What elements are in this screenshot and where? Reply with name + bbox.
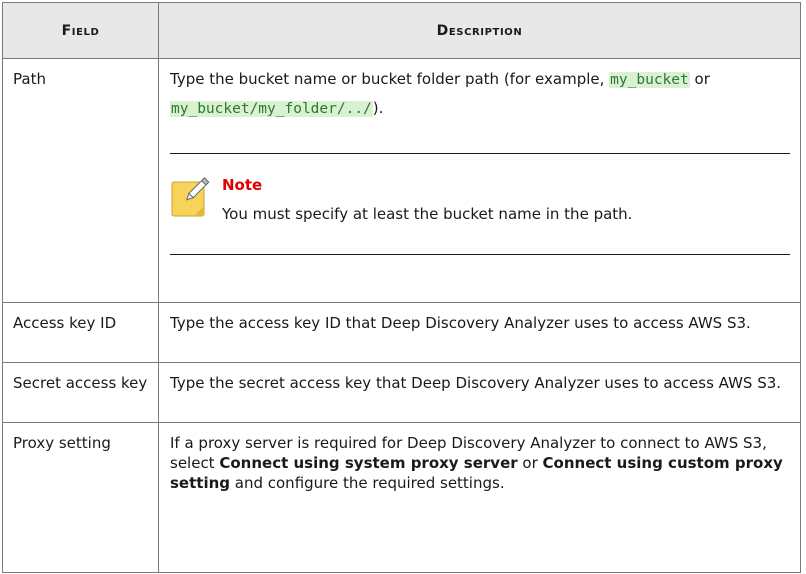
field-cell: Path [2, 58, 159, 303]
description-part: and configure the required settings. [230, 474, 505, 492]
note-title: Note [222, 176, 263, 194]
table-row: Secret access key Type the secret access… [2, 362, 801, 423]
note-text: You must specify at least the bucket nam… [222, 205, 633, 223]
field-name: Proxy setting [13, 434, 111, 452]
description-text: Type the bucket name or bucket folder pa… [170, 65, 790, 123]
description-text: Type the secret access key that Deep Dis… [170, 374, 782, 392]
note-pencil-icon [171, 177, 210, 217]
table-row: Access key ID Type the access key ID tha… [2, 302, 801, 363]
table-header-row: Field Description [2, 2, 801, 59]
description-part: or [517, 454, 543, 472]
description-part: Type the bucket name or bucket folder pa… [170, 70, 610, 88]
header-description: Description [158, 2, 801, 59]
header-field: Field [2, 2, 159, 59]
table-row: Path Type the bucket name or bucket fold… [2, 58, 801, 303]
field-cell: Access key ID [2, 302, 159, 363]
description-part: or [689, 70, 710, 88]
field-cell: Proxy setting [2, 422, 159, 573]
field-name: Access key ID [13, 314, 117, 332]
field-name: Secret access key [13, 374, 148, 392]
description-part: ). [372, 99, 384, 117]
field-name: Path [13, 70, 46, 88]
field-description-table: Field Description Path Type the bucket n… [2, 2, 801, 573]
table-row: Proxy setting If a proxy server is requi… [2, 422, 801, 573]
note-box: Note You must specify at least the bucke… [170, 154, 790, 254]
description-cell: Type the secret access key that Deep Dis… [158, 362, 801, 423]
code-bucket-folder: my_bucket/my_folder/../ [170, 101, 373, 117]
description-cell: Type the bucket name or bucket folder pa… [158, 58, 801, 303]
description-cell: Type the access key ID that Deep Discove… [158, 302, 801, 363]
description-text: Type the access key ID that Deep Discove… [170, 314, 751, 332]
description-cell: If a proxy server is required for Deep D… [158, 422, 801, 573]
field-cell: Secret access key [2, 362, 159, 423]
code-bucket: my_bucket [609, 72, 690, 88]
note-bottom-rule [170, 254, 790, 255]
option-system-proxy: Connect using system proxy server [219, 454, 518, 472]
